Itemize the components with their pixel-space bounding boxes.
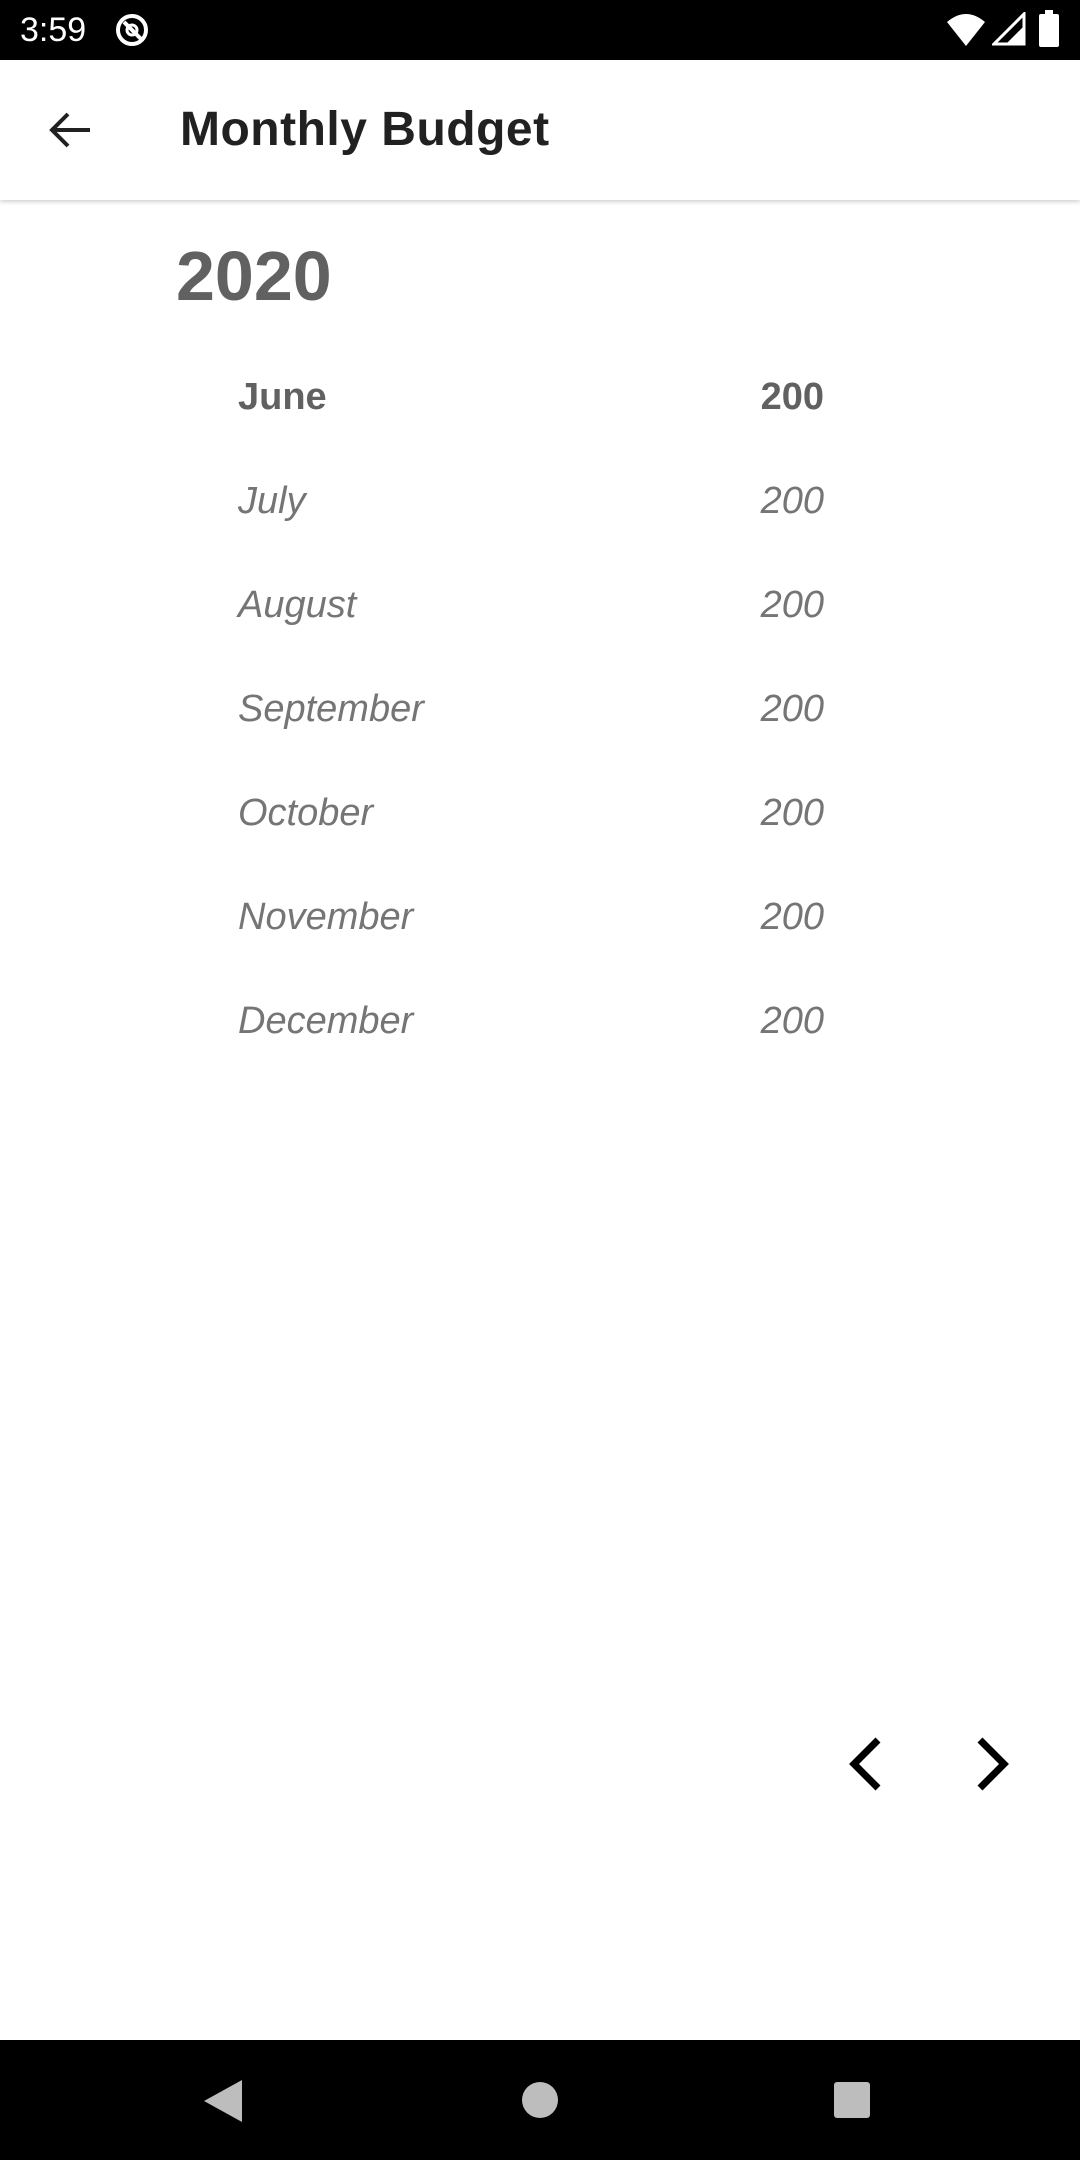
month-row-september[interactable]: September 200	[238, 668, 824, 772]
page-title: Monthly Budget	[180, 103, 550, 156]
status-time: 3:59	[20, 11, 87, 49]
month-amount: 200	[760, 688, 824, 730]
system-nav-bar	[0, 2040, 1080, 2160]
next-year-button[interactable]	[962, 1734, 1022, 1794]
month-amount: 200	[760, 584, 824, 626]
month-name: September	[238, 688, 424, 730]
month-name: August	[238, 584, 357, 626]
month-row-october[interactable]: October 200	[238, 772, 824, 876]
month-name: July	[238, 480, 306, 522]
app-bar: Monthly Budget	[0, 60, 1080, 200]
app-notification-icon	[116, 14, 148, 46]
chevron-right-icon	[977, 1737, 1009, 1791]
month-row-june[interactable]: June 200	[238, 356, 824, 460]
month-amount: 200	[760, 792, 824, 834]
month-name: December	[238, 1000, 414, 1042]
month-list: June 200 July 200 August 200 September 2…	[238, 356, 824, 1084]
month-name: June	[238, 376, 327, 418]
back-button[interactable]	[34, 100, 106, 160]
month-amount: 200	[760, 480, 824, 522]
month-amount: 200	[760, 896, 824, 938]
nav-back-icon[interactable]	[200, 2078, 246, 2124]
year-heading: 2020	[176, 237, 332, 315]
month-amount: 200	[760, 1000, 824, 1042]
month-name: October	[238, 792, 374, 834]
month-row-november[interactable]: November 200	[238, 876, 824, 980]
month-row-july[interactable]: July 200	[238, 460, 824, 564]
nav-home-icon[interactable]	[518, 2078, 562, 2122]
battery-icon	[1039, 10, 1059, 47]
chevron-left-icon	[849, 1737, 881, 1791]
status-bar: 3:59	[0, 0, 1080, 60]
month-amount: 200	[760, 376, 824, 418]
cell-signal-icon	[992, 12, 1026, 46]
month-name: November	[238, 896, 414, 938]
arrow-back-icon	[49, 112, 90, 148]
previous-year-button[interactable]	[836, 1734, 896, 1794]
month-row-august[interactable]: August 200	[238, 564, 824, 668]
month-row-december[interactable]: December 200	[238, 980, 824, 1084]
wifi-icon	[947, 14, 985, 46]
nav-recents-icon[interactable]	[832, 2080, 872, 2120]
